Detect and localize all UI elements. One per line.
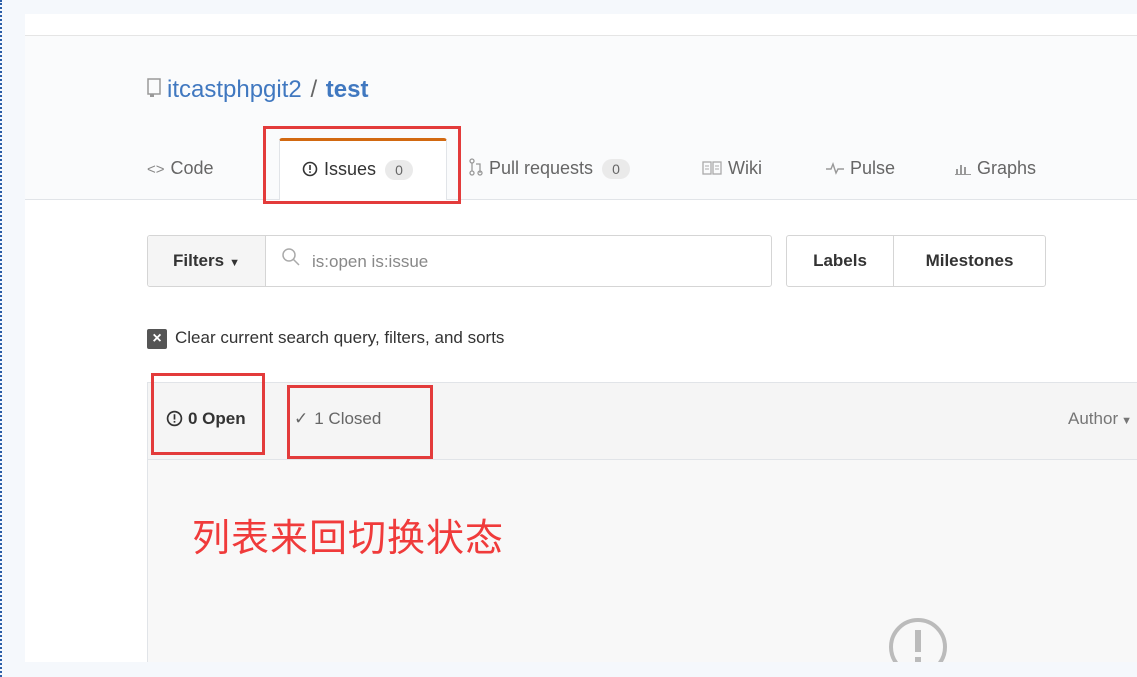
- chevron-down-icon: ▼: [229, 257, 240, 269]
- clear-query-label: Clear current search query, filters, and…: [175, 328, 505, 347]
- issue-search-bar: Filters ▼: [147, 235, 772, 288]
- issues-page: itcastphpgit2 / test <> Code Issues 0 Pul…: [25, 14, 1137, 662]
- check-icon: ✓: [294, 409, 309, 428]
- repo-icon: [147, 77, 161, 105]
- open-issues-toggle[interactable]: 0 Open: [166, 409, 246, 429]
- clear-query-link[interactable]: × Clear current search query, filters, an…: [147, 326, 504, 350]
- tab-pull-requests-label: Pull requests: [489, 158, 594, 178]
- repo-separator: /: [310, 76, 318, 103]
- tab-pulse[interactable]: Pulse: [826, 138, 895, 199]
- issues-list: 0 Open ✓ 1 Closed Author ▼ 列表来回切换状态: [147, 382, 1137, 662]
- tab-issues[interactable]: Issues 0: [279, 138, 447, 200]
- pull-requests-count-badge: 0: [602, 159, 631, 179]
- issues-count-badge: 0: [385, 160, 414, 180]
- pulse-icon: [826, 139, 844, 200]
- close-icon: ×: [147, 328, 167, 349]
- issue-opened-icon: [166, 409, 188, 428]
- book-icon: [702, 139, 722, 200]
- chevron-down-icon: ▼: [1121, 415, 1132, 427]
- search-icon: [281, 247, 301, 272]
- issue-opened-icon: [302, 143, 318, 199]
- author-filter-label: Author: [1068, 409, 1119, 428]
- repo-owner-link[interactable]: itcastphpgit2: [167, 76, 302, 103]
- code-icon: <>: [147, 161, 165, 178]
- issue-search-input[interactable]: [310, 236, 764, 288]
- closed-issues-label: 1 Closed: [314, 409, 382, 428]
- open-issues-label: 0 Open: [188, 409, 246, 428]
- tab-wiki[interactable]: Wiki: [702, 138, 762, 199]
- tab-code[interactable]: <> Code: [147, 138, 214, 199]
- tab-wiki-label: Wiki: [728, 158, 762, 178]
- issues-list-header: 0 Open ✓ 1 Closed Author ▼: [148, 383, 1137, 460]
- filters-dropdown-button[interactable]: Filters ▼: [148, 236, 266, 286]
- labels-milestones-group: Labels Milestones: [786, 235, 1046, 287]
- tab-pulse-label: Pulse: [850, 158, 896, 178]
- graph-icon: [955, 139, 971, 200]
- tab-graphs[interactable]: Graphs: [955, 138, 1036, 199]
- tab-issues-label: Issues: [324, 159, 377, 179]
- labels-button[interactable]: Labels: [787, 236, 894, 286]
- author-filter-dropdown[interactable]: Author ▼: [1068, 409, 1132, 429]
- closed-issues-toggle[interactable]: ✓ 1 Closed: [294, 409, 381, 429]
- filters-label: Filters: [173, 251, 225, 270]
- repo-title: itcastphpgit2 / test: [147, 76, 368, 105]
- issue-opened-icon: [886, 615, 950, 662]
- tab-code-label: Code: [170, 158, 214, 178]
- git-pull-request-icon: [469, 139, 483, 200]
- tab-graphs-label: Graphs: [977, 158, 1037, 178]
- repo-name-link[interactable]: test: [326, 76, 369, 103]
- milestones-button[interactable]: Milestones: [894, 236, 1045, 286]
- tab-pull-requests[interactable]: Pull requests 0: [469, 138, 631, 200]
- annotation-text: 列表来回切换状态: [192, 516, 505, 560]
